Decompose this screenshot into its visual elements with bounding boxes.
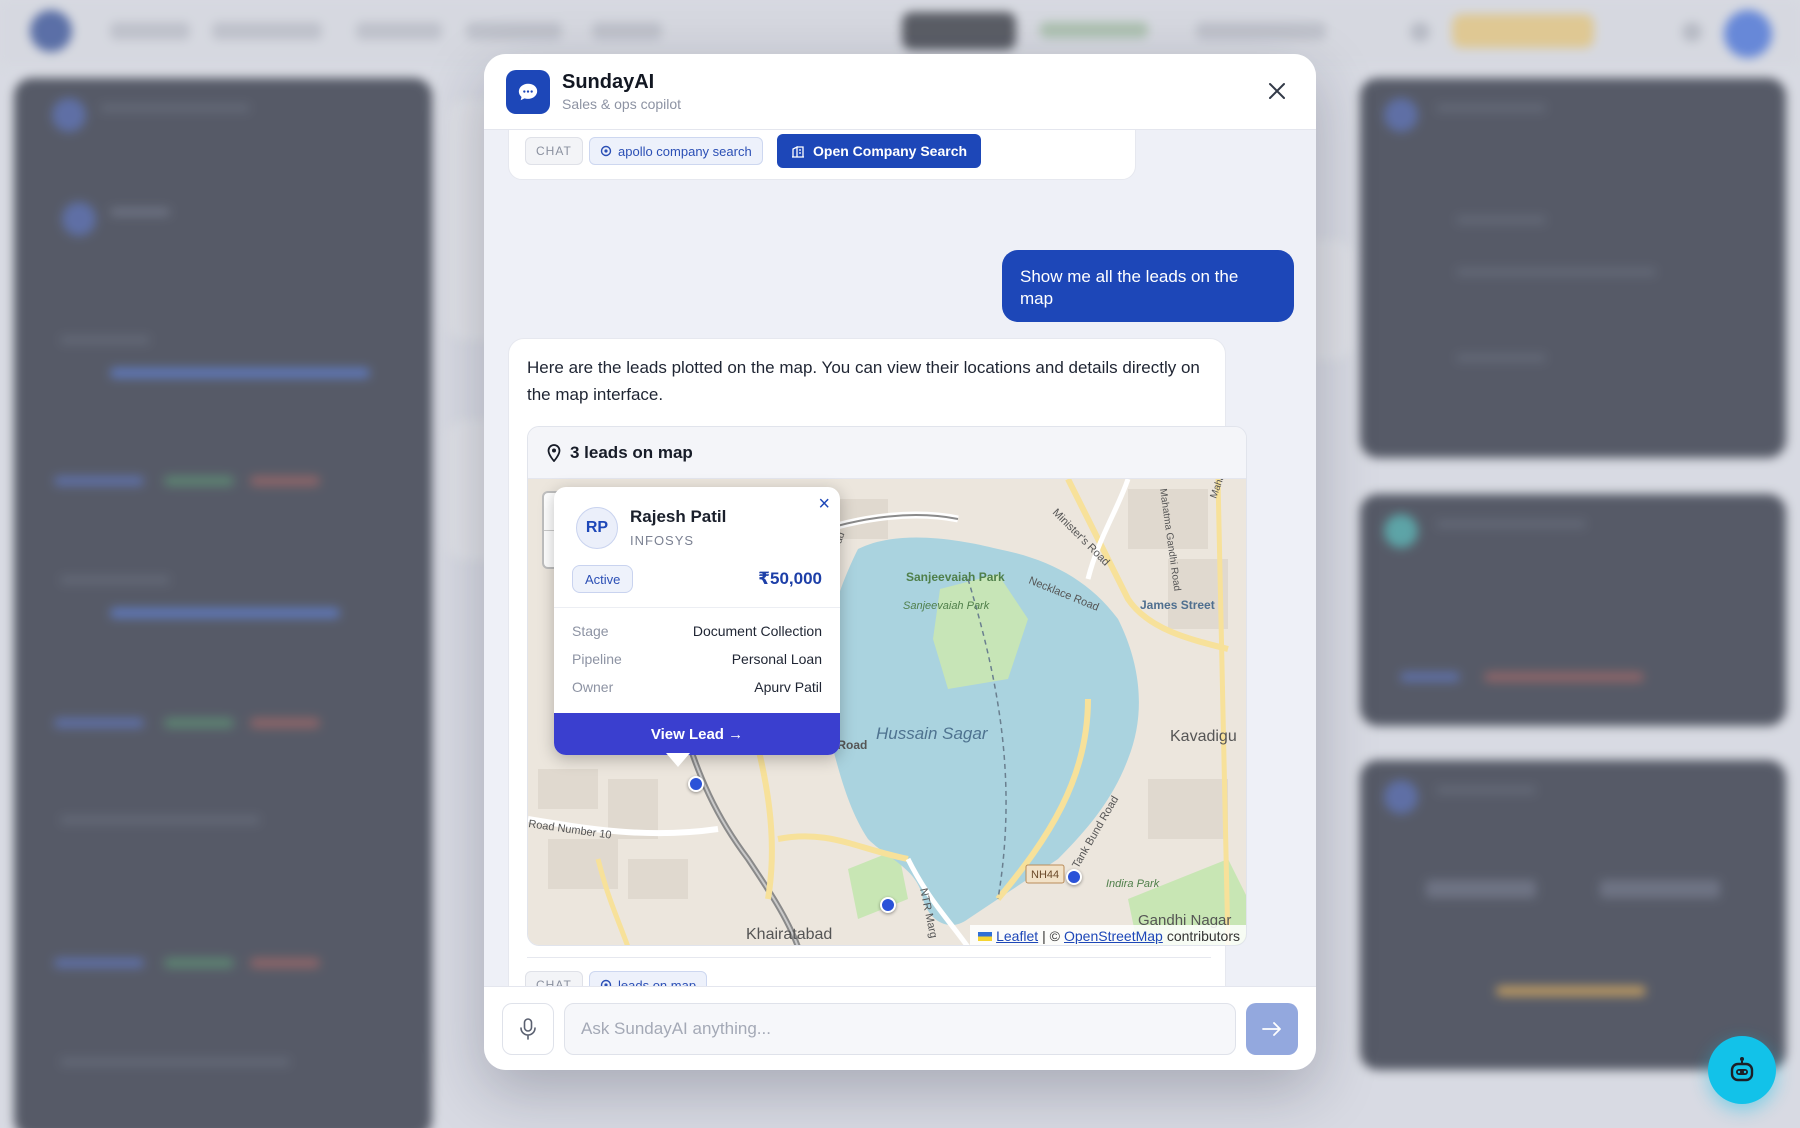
tool-icon bbox=[600, 979, 612, 986]
map-title: 3 leads on map bbox=[570, 442, 693, 462]
attribution-suffix: contributors bbox=[1166, 928, 1240, 944]
area-label: Kavadigu bbox=[1170, 728, 1237, 745]
input-bar bbox=[484, 986, 1316, 1070]
brand-block: SundayAI Sales & ops copilot bbox=[562, 71, 681, 112]
ai-card-divider bbox=[527, 957, 1211, 958]
lead-marker[interactable] bbox=[688, 776, 704, 792]
park-label-2: Sanjeevaiah Park bbox=[903, 600, 990, 612]
tool-tag-label: leads on map bbox=[618, 977, 697, 987]
park-label: Sanjeevaiah Park bbox=[906, 570, 1005, 584]
open-company-search-label: Open Company Search bbox=[813, 143, 968, 159]
robot-icon bbox=[1730, 1057, 1754, 1082]
ukraine-flag-icon bbox=[978, 931, 993, 941]
row-label: Pipeline bbox=[572, 651, 622, 667]
tool-tag: leads on map bbox=[589, 971, 708, 987]
lead-marker[interactable] bbox=[880, 897, 896, 913]
send-button[interactable] bbox=[1246, 1003, 1298, 1055]
lead-amount: ₹50,000 bbox=[758, 569, 822, 588]
assistant-subtitle: Sales & ops copilot bbox=[562, 96, 682, 112]
area-label: Khairatabad bbox=[746, 926, 832, 943]
mic-button[interactable] bbox=[502, 1003, 554, 1055]
lead-name: Rajesh Patil bbox=[630, 507, 727, 526]
openstreetmap-link[interactable]: OpenStreetMap bbox=[1064, 928, 1163, 944]
row-value: Apurv Patil bbox=[754, 679, 822, 695]
map-canvas[interactable]: Hussain Sagar Sanjeevaiah Park Sanjeevai… bbox=[528, 427, 1246, 945]
lake-label: Hussain Sagar bbox=[876, 724, 989, 743]
popup-close-button[interactable]: × bbox=[818, 493, 830, 516]
previous-message-card: CHAT apollo company search Open Company … bbox=[508, 130, 1136, 180]
map-header: 3 leads on map bbox=[528, 427, 1246, 479]
lead-marker[interactable] bbox=[1066, 869, 1082, 885]
close-icon bbox=[1269, 83, 1285, 99]
chat-tag: CHAT bbox=[525, 137, 583, 165]
ai-message-card: Here are the leads plotted on the map. Y… bbox=[508, 338, 1247, 987]
chat-bubble-icon bbox=[506, 69, 550, 114]
close-button[interactable] bbox=[1260, 74, 1294, 108]
microphone-icon bbox=[520, 1018, 536, 1040]
row-value: Document Collection bbox=[692, 623, 822, 639]
ask-input[interactable] bbox=[564, 1003, 1236, 1055]
lead-popup: × RP Rajesh Patil INFOSYS Active ₹50,000… bbox=[554, 487, 840, 755]
view-lead-button[interactable]: View Lead → bbox=[554, 713, 840, 755]
leads-map-widget: 3 leads on map Hussain Sagar Sanjeevaiah… bbox=[527, 426, 1247, 946]
row-label: Stage bbox=[572, 623, 609, 639]
road-label: James Street bbox=[1140, 598, 1215, 612]
popup-tip bbox=[666, 753, 690, 767]
open-company-search-button[interactable]: Open Company Search bbox=[777, 134, 982, 168]
popup-row-stage: Stage Document Collection bbox=[572, 623, 822, 639]
building-icon bbox=[792, 145, 804, 158]
tool-icon bbox=[600, 145, 612, 157]
map-pin-icon bbox=[547, 443, 561, 462]
tool-tag-label: apollo company search bbox=[618, 143, 752, 159]
attribution-separator: | © bbox=[1042, 928, 1060, 944]
assistant-name: SundayAI bbox=[562, 71, 655, 93]
arrow-right-icon bbox=[1262, 1022, 1281, 1036]
chat-area[interactable]: CHAT apollo company search Open Company … bbox=[484, 130, 1316, 986]
avatar: RP bbox=[576, 507, 618, 549]
tool-tag: apollo company search bbox=[589, 137, 763, 165]
row-value: Personal Loan bbox=[731, 651, 822, 667]
lead-company: INFOSYS bbox=[630, 533, 695, 548]
leaflet-link[interactable]: Leaflet bbox=[996, 928, 1038, 944]
row-label: Owner bbox=[572, 679, 614, 695]
map-attribution: Leaflet | © OpenStreetMap contributors bbox=[970, 925, 1246, 945]
assistant-fab-button[interactable] bbox=[1708, 1036, 1776, 1104]
ai-message-text: Here are the leads plotted on the map. Y… bbox=[527, 358, 1200, 404]
park-label: Indira Park bbox=[1106, 878, 1160, 890]
user-message: Show me all the leads on the map bbox=[1002, 250, 1294, 322]
modal-header: SundayAI Sales & ops copilot bbox=[484, 54, 1316, 130]
assistant-modal: SundayAI Sales & ops copilot CHAT apollo… bbox=[484, 54, 1316, 1070]
popup-row-pipeline: Pipeline Personal Loan bbox=[572, 651, 822, 667]
status-badge: Active bbox=[572, 565, 634, 593]
popup-row-owner: Owner Apurv Patil bbox=[572, 679, 822, 695]
popup-divider bbox=[554, 607, 840, 608]
chat-tag: CHAT bbox=[525, 971, 583, 986]
highway-label: NH44 bbox=[1031, 869, 1059, 881]
